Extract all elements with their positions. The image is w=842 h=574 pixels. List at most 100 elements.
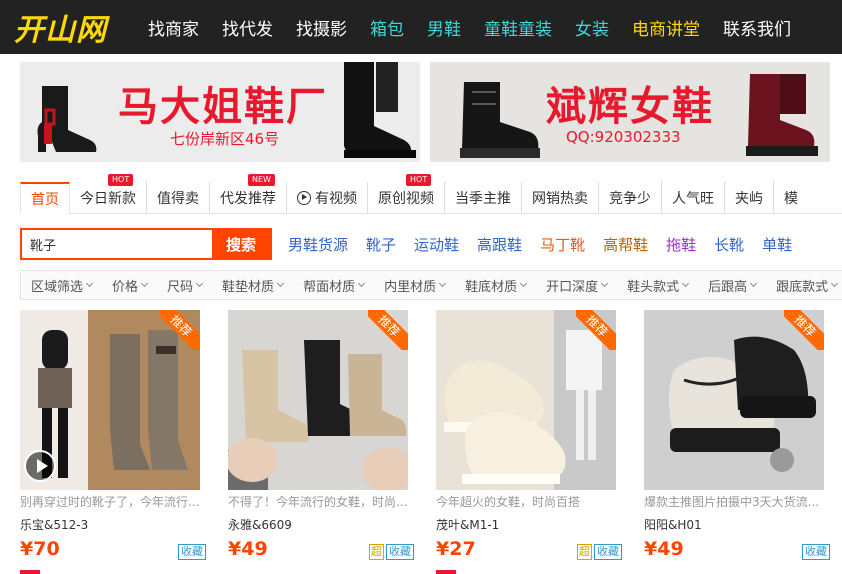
filter-size[interactable]: 尺码	[157, 276, 212, 295]
filter-heel-height[interactable]: 后跟高	[698, 276, 766, 295]
favorite-button[interactable]: 收藏	[178, 544, 206, 560]
filter-region[interactable]: 区域筛选	[21, 276, 102, 295]
product-image[interactable]: 推荐	[644, 310, 824, 490]
filter-toe-style[interactable]: 鞋头款式	[617, 276, 698, 295]
tab-more[interactable]: 模	[774, 182, 808, 214]
filter-sole-material[interactable]: 鞋底材质	[455, 276, 536, 295]
shop-code[interactable]: 阳阳&H01	[644, 516, 702, 533]
tab-original-video[interactable]: 原创视频 HOT	[368, 173, 445, 214]
tab-worth-selling[interactable]: 值得卖	[147, 181, 210, 214]
search-box: 搜索	[20, 228, 272, 260]
ribbon-label: 推荐	[576, 310, 616, 350]
filter-label: 后跟高	[708, 279, 748, 295]
product-price: ¥70	[20, 538, 60, 560]
shop-code[interactable]: 乐宝&512-3	[20, 516, 88, 533]
quick-links: 男鞋货源 靴子 运动鞋 高跟鞋 马丁靴 高帮鞋 拖鞋 长靴 单鞋	[288, 228, 810, 260]
tab-today-new[interactable]: 今日新款 HOT	[70, 173, 147, 214]
tab-label: 代发推荐	[220, 190, 276, 207]
product-image[interactable]: 推荐	[436, 310, 616, 490]
ankle-boot-image	[37, 86, 97, 152]
tab-has-video[interactable]: 有视频	[287, 181, 368, 214]
product-price: ¥27	[436, 538, 476, 560]
super-badge: 超	[577, 544, 592, 560]
product-description[interactable]: 今年超火的女鞋，时尚百搭	[436, 493, 616, 510]
tab-label: 网销热卖	[532, 190, 588, 207]
nav-item-bags[interactable]: 箱包	[370, 15, 404, 40]
quick-link-high-tops[interactable]: 高帮鞋	[603, 234, 648, 255]
nav-item-kids[interactable]: 童鞋童装	[484, 15, 552, 40]
banner-ad-left[interactable]: 马大姐鞋厂 七份岸新区46号	[20, 62, 420, 162]
product-image[interactable]: 推荐	[228, 310, 408, 490]
quick-link-high-heels[interactable]: 高跟鞋	[477, 234, 522, 255]
chevron-down-icon	[196, 279, 204, 288]
shop-code[interactable]: 永雅&6609	[228, 516, 292, 533]
product-price: ¥49	[644, 538, 684, 560]
favorite-button[interactable]: 收藏	[594, 544, 622, 560]
favorite-button[interactable]: 收藏	[386, 544, 414, 560]
quick-link-single-shoes[interactable]: 单鞋	[762, 234, 792, 255]
tab-jiayu[interactable]: 夹屿	[725, 181, 774, 214]
main-content: 首页 今日新款 HOT 值得卖 代发推荐 NEW 有视频 原创视频 HOT 当季主推 …	[0, 172, 842, 574]
filter-label: 鞋底材质	[465, 279, 518, 295]
product-card[interactable]: 推荐 不得了！今年流行的女鞋，时尚... 永雅&6609 ¥49 超 收藏	[228, 310, 414, 574]
filter-lining-material[interactable]: 内里材质	[374, 276, 455, 295]
shop-code[interactable]: 茂叶&M1-1	[436, 516, 499, 533]
nav-item-mens-shoes[interactable]: 男鞋	[427, 15, 461, 40]
product-card[interactable]: 推荐 今年超火的女鞋，时尚百搭 茂叶&M1-1 ¥27 超 收藏	[436, 310, 622, 574]
tab-home[interactable]: 首页	[20, 181, 70, 214]
category-tabs: 首页 今日新款 HOT 值得卖 代发推荐 NEW 有视频 原创视频 HOT 当季主推 …	[20, 173, 842, 214]
banner-left-title: 马大姐鞋厂	[118, 84, 328, 130]
nav-item-find-dropship[interactable]: 找代发	[222, 15, 273, 40]
filter-price[interactable]: 价格	[102, 276, 157, 295]
main-nav: 找商家 找代发 找摄影 箱包 男鞋 童鞋童装 女装 电商讲堂 联系我们	[148, 0, 814, 54]
search-input[interactable]	[22, 230, 212, 258]
filter-heel-style[interactable]: 跟底款式	[766, 276, 842, 295]
filter-insole-material[interactable]: 鞋垫材质	[212, 276, 293, 295]
product-price: ¥49	[228, 538, 268, 560]
ribbon-label: 推荐	[368, 310, 408, 350]
tab-popular[interactable]: 人气旺	[662, 181, 725, 214]
tab-label: 模	[784, 190, 798, 207]
quick-link-slippers[interactable]: 拖鞋	[666, 234, 696, 255]
site-logo[interactable]: 开山网	[0, 0, 148, 54]
chevron-down-icon	[682, 279, 690, 288]
tab-label: 人气旺	[672, 190, 714, 207]
product-image[interactable]: 推荐	[20, 310, 200, 490]
nav-item-womens-clothing[interactable]: 女装	[575, 15, 609, 40]
tab-low-competition[interactable]: 竞争少	[599, 181, 662, 214]
product-description[interactable]: 别再穿过时的靴子了，今年流行...	[20, 493, 200, 510]
filter-upper-material[interactable]: 帮面材质	[293, 276, 374, 295]
chevron-down-icon	[439, 279, 447, 288]
ribbon-label: 推荐	[160, 310, 200, 350]
favorite-button[interactable]: 收藏	[802, 544, 830, 560]
product-card[interactable]: 推荐 爆款主推图片拍摄中3天大货流... 阳阳&H01 ¥49 收藏	[644, 310, 830, 574]
banner-ad-right[interactable]: 斌辉女鞋 QQ:920302333	[430, 62, 830, 162]
quick-link-martin-boots[interactable]: 马丁靴	[540, 234, 585, 255]
combat-boot-image	[460, 82, 540, 158]
nav-item-find-photography[interactable]: 找摄影	[296, 15, 347, 40]
video-play-icon[interactable]	[24, 450, 56, 482]
product-description[interactable]: 爆款主推图片拍摄中3天大货流...	[644, 493, 824, 510]
tab-online-hot[interactable]: 网销热卖	[522, 181, 599, 214]
tab-label: 夹屿	[735, 190, 763, 207]
filter-opening-depth[interactable]: 开口深度	[536, 276, 617, 295]
search-button[interactable]: 搜索	[212, 230, 270, 258]
recommend-ribbon: 推荐	[368, 310, 408, 350]
quick-link-boots[interactable]: 靴子	[366, 234, 396, 255]
quick-link-sneakers[interactable]: 运动鞋	[414, 234, 459, 255]
tab-dropship-recommend[interactable]: 代发推荐 NEW	[210, 173, 287, 214]
nav-item-contact[interactable]: 联系我们	[723, 15, 791, 40]
chevron-down-icon	[358, 279, 366, 288]
tab-label: 今日新款	[80, 190, 136, 207]
filter-label: 价格	[112, 279, 139, 295]
quick-link-long-boots[interactable]: 长靴	[714, 234, 744, 255]
nav-item-find-merchant[interactable]: 找商家	[148, 15, 199, 40]
product-description[interactable]: 不得了！今年流行的女鞋，时尚...	[228, 493, 408, 510]
product-card[interactable]: 推荐 别再穿过时的靴子了，今年流行... 乐宝&512-3 ¥70 收藏	[20, 310, 206, 574]
tab-season-featured[interactable]: 当季主推	[445, 181, 522, 214]
filter-label: 内里材质	[384, 279, 437, 295]
next-row-hint	[20, 570, 40, 574]
chevron-down-icon	[831, 279, 839, 288]
quick-link-mens-shoes[interactable]: 男鞋货源	[288, 234, 348, 255]
nav-item-ecommerce-class[interactable]: 电商讲堂	[632, 15, 700, 40]
